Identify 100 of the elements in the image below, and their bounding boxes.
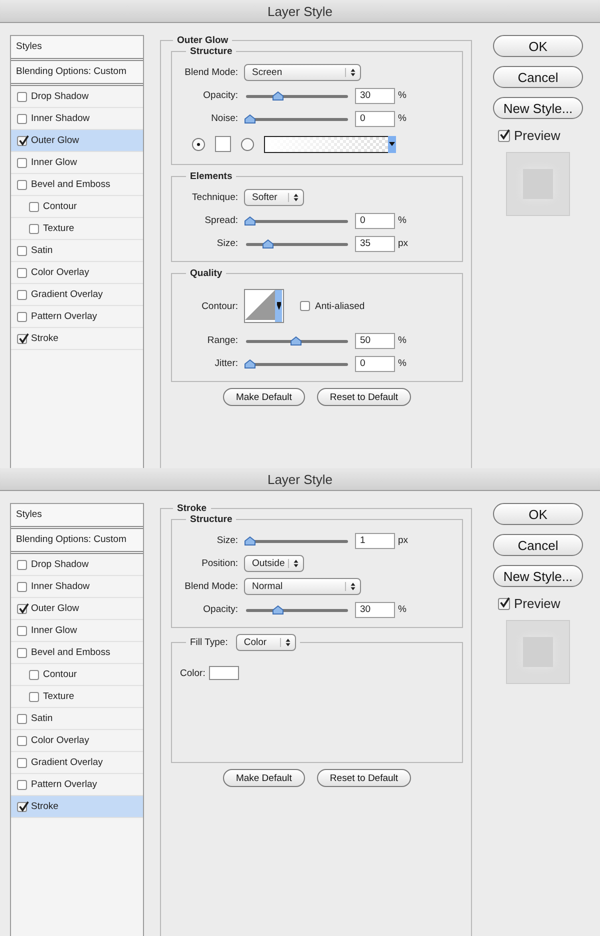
input-field[interactable]: 30: [355, 602, 395, 618]
slider-thumb[interactable]: [290, 336, 302, 346]
slider[interactable]: [244, 114, 348, 124]
field-label: Blend Mode:: [184, 581, 238, 592]
dialog-button[interactable]: OK: [493, 503, 583, 525]
style-list-item[interactable]: Contour: [11, 196, 143, 218]
checkbox[interactable]: [17, 626, 27, 636]
unit-label: %: [398, 215, 406, 226]
radio-button[interactable]: [192, 138, 205, 150]
input-field[interactable]: 0: [355, 212, 395, 228]
gradient-picker[interactable]: [264, 136, 396, 152]
style-list-item[interactable]: Texture: [11, 218, 143, 240]
dropdown[interactable]: Softer: [244, 189, 304, 206]
style-list-item[interactable]: Pattern Overlay: [11, 306, 143, 328]
checkbox[interactable]: [17, 758, 27, 768]
checkbox[interactable]: [17, 246, 27, 256]
radio-button[interactable]: [241, 138, 254, 150]
slider[interactable]: [244, 358, 348, 368]
checkbox[interactable]: [17, 736, 27, 746]
dialog-button[interactable]: New Style...: [493, 565, 583, 587]
group-title: Structure: [189, 514, 234, 525]
checkbox[interactable]: [498, 130, 510, 142]
checkbox[interactable]: [17, 604, 27, 614]
dropdown[interactable]: Color: [236, 634, 296, 651]
style-list-item[interactable]: Inner Shadow: [11, 576, 143, 598]
checkbox[interactable]: [17, 334, 27, 344]
style-list-item[interactable]: Bevel and Emboss: [11, 642, 143, 664]
field-label: Position:: [200, 558, 238, 569]
checkbox[interactable]: [17, 114, 27, 124]
slider-thumb[interactable]: [262, 238, 274, 248]
slider-thumb[interactable]: [272, 604, 284, 614]
checkbox[interactable]: [17, 780, 27, 790]
checkbox-label: Anti-aliased: [315, 300, 365, 312]
checkbox[interactable]: [29, 224, 39, 234]
input-field[interactable]: 35: [355, 236, 395, 252]
slider[interactable]: [244, 336, 348, 346]
checkbox[interactable]: [17, 180, 27, 190]
checkbox[interactable]: [17, 582, 27, 592]
style-list-item[interactable]: Color Overlay: [11, 262, 143, 284]
style-list-item[interactable]: Texture: [11, 686, 143, 708]
color-swatch[interactable]: [215, 136, 231, 152]
style-list-item[interactable]: Drop Shadow: [11, 86, 143, 108]
checkbox[interactable]: [17, 268, 27, 278]
style-list-item[interactable]: Inner Glow: [11, 620, 143, 642]
slider-thumb[interactable]: [244, 114, 256, 124]
style-list-item[interactable]: Gradient Overlay: [11, 284, 143, 306]
style-list-item[interactable]: Inner Glow: [11, 152, 143, 174]
slider-thumb[interactable]: [272, 90, 284, 100]
checkbox[interactable]: [498, 598, 510, 610]
checkbox[interactable]: [17, 92, 27, 102]
style-list-item[interactable]: Contour: [11, 664, 143, 686]
dialog-button[interactable]: OK: [493, 35, 583, 57]
style-list-item[interactable]: Color Overlay: [11, 730, 143, 752]
panel-button[interactable]: Reset to Default: [316, 388, 412, 406]
slider[interactable]: [244, 604, 348, 614]
dropdown[interactable]: Normal: [244, 578, 361, 595]
input-field[interactable]: 0: [355, 110, 395, 126]
input-field[interactable]: 1: [355, 532, 395, 548]
slider-thumb[interactable]: [244, 358, 256, 368]
checkbox[interactable]: [29, 202, 39, 212]
checkbox[interactable]: [17, 560, 27, 570]
slider[interactable]: [244, 90, 348, 100]
panel-button[interactable]: Make Default: [222, 769, 305, 787]
checkbox[interactable]: [17, 290, 27, 300]
panel-button[interactable]: Reset to Default: [316, 769, 412, 787]
input-field[interactable]: 30: [355, 88, 395, 104]
style-list-item[interactable]: Drop Shadow: [11, 554, 143, 576]
style-list-item[interactable]: Gradient Overlay: [11, 752, 143, 774]
style-list-item[interactable]: Bevel and Emboss: [11, 174, 143, 196]
style-list-item[interactable]: Satin: [11, 240, 143, 262]
stepper-icon: [345, 68, 356, 77]
input-field[interactable]: 50: [355, 332, 395, 348]
style-list-item[interactable]: Satin: [11, 708, 143, 730]
color-swatch[interactable]: [209, 666, 240, 680]
slider[interactable]: [244, 238, 348, 248]
checkbox[interactable]: [29, 670, 39, 680]
checkbox[interactable]: [300, 301, 310, 311]
input-field[interactable]: 0: [355, 356, 395, 372]
dropdown[interactable]: Screen: [244, 64, 361, 81]
checkbox[interactable]: [29, 692, 39, 702]
dialog-button[interactable]: Cancel: [493, 534, 583, 556]
contour-picker[interactable]: [244, 289, 284, 323]
panel-button[interactable]: Make Default: [222, 388, 305, 406]
style-list-item[interactable]: Stroke: [11, 328, 143, 350]
slider-thumb[interactable]: [244, 216, 256, 226]
dialog-button[interactable]: New Style...: [493, 97, 583, 119]
checkbox[interactable]: [17, 312, 27, 322]
dropdown[interactable]: Outside: [244, 555, 304, 572]
checkbox[interactable]: [17, 648, 27, 658]
checkbox[interactable]: [17, 714, 27, 724]
style-list-item[interactable]: Stroke: [11, 796, 143, 818]
checkbox[interactable]: [17, 802, 27, 812]
slider[interactable]: [244, 216, 348, 226]
dialog-button[interactable]: Cancel: [493, 66, 583, 88]
style-list-item[interactable]: Outer Glow: [11, 598, 143, 620]
slider-thumb[interactable]: [244, 536, 256, 546]
style-list-item[interactable]: Outer Glow: [11, 130, 143, 152]
checkbox[interactable]: [17, 136, 27, 146]
slider[interactable]: [244, 536, 348, 546]
checkbox[interactable]: [17, 158, 27, 168]
